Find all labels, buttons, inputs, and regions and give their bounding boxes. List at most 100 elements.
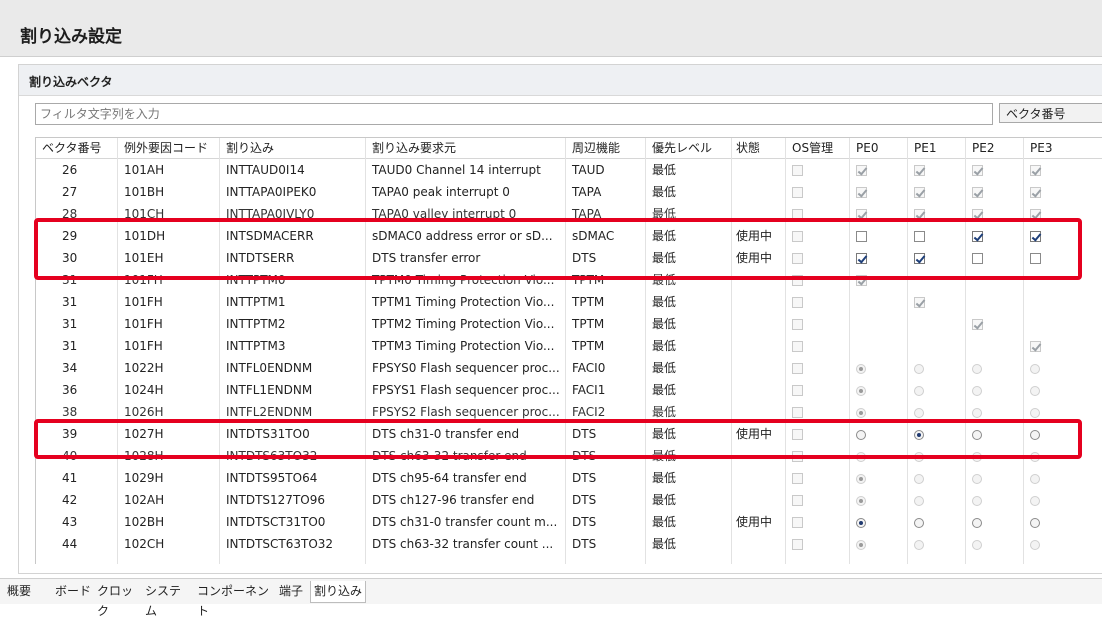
pe2-radio[interactable] bbox=[972, 363, 982, 374]
pe1-checkbox[interactable] bbox=[914, 165, 925, 176]
cell-state bbox=[732, 181, 786, 203]
os-management-checkbox[interactable] bbox=[792, 363, 803, 374]
column-header[interactable]: PE0 bbox=[850, 138, 908, 158]
pe3-radio[interactable] bbox=[1030, 539, 1040, 550]
tab-0[interactable]: 概要 bbox=[4, 581, 52, 603]
os-management-checkbox[interactable] bbox=[792, 495, 803, 506]
column-divider[interactable] bbox=[849, 138, 850, 564]
table-row[interactable]: 31 101FH INTTPTM3 TPTM3 Timing Protection V… bbox=[36, 335, 1102, 357]
cell-pe0 bbox=[850, 181, 908, 203]
os-management-checkbox[interactable] bbox=[792, 539, 803, 550]
table-row[interactable]: 43 102BH INTDTSCT31TO0 DTS ch31-0 transfer … bbox=[36, 511, 1102, 533]
column-header[interactable]: 割り込み要求元 bbox=[366, 138, 566, 158]
os-management-checkbox[interactable] bbox=[792, 341, 803, 352]
tab-3[interactable]: システム bbox=[142, 581, 194, 618]
column-header[interactable]: ベクタ番号 bbox=[36, 138, 118, 158]
table-row[interactable]: 34 1022H INTFL0ENDNM FPSYS0 Flash sequencer… bbox=[36, 357, 1102, 379]
pe3-radio[interactable] bbox=[1030, 407, 1040, 418]
column-header[interactable]: PE2 bbox=[966, 138, 1024, 158]
pe1-radio[interactable] bbox=[914, 363, 924, 374]
pe3-checkbox[interactable] bbox=[1030, 165, 1041, 176]
tab-5[interactable]: 端子 bbox=[276, 581, 310, 603]
pe2-radio[interactable] bbox=[972, 385, 982, 396]
pe0-radio[interactable] bbox=[856, 363, 866, 374]
column-header[interactable]: OS管理 bbox=[786, 138, 850, 158]
column-divider[interactable] bbox=[1023, 138, 1024, 564]
column-header[interactable]: 例外要因コード bbox=[118, 138, 220, 158]
os-management-checkbox[interactable] bbox=[792, 297, 803, 308]
pe3-checkbox[interactable] bbox=[1030, 187, 1041, 198]
sort-column-select[interactable]: ベクタ番号 bbox=[999, 103, 1102, 123]
filter-field[interactable] bbox=[35, 103, 993, 125]
pe1-radio[interactable] bbox=[914, 385, 924, 396]
column-divider[interactable] bbox=[565, 138, 566, 564]
column-divider[interactable] bbox=[645, 138, 646, 564]
pe0-checkbox[interactable] bbox=[856, 187, 867, 198]
column-divider[interactable] bbox=[731, 138, 732, 564]
table-row[interactable]: 27 101BH INTTAPA0IPEK0 TAPA0 peak interrupt… bbox=[36, 181, 1102, 203]
column-divider[interactable] bbox=[785, 138, 786, 564]
pe2-radio[interactable] bbox=[972, 539, 982, 550]
pe0-radio[interactable] bbox=[856, 385, 866, 396]
section-header[interactable]: 割り込みベクタ bbox=[19, 65, 1102, 96]
pe0-radio[interactable] bbox=[856, 407, 866, 418]
os-management-checkbox[interactable] bbox=[792, 473, 803, 484]
os-management-checkbox[interactable] bbox=[792, 385, 803, 396]
column-divider[interactable] bbox=[907, 138, 908, 564]
pe1-radio[interactable] bbox=[914, 517, 924, 528]
pe1-checkbox[interactable] bbox=[914, 297, 925, 308]
column-divider[interactable] bbox=[365, 138, 366, 564]
column-header[interactable]: 割り込み bbox=[220, 138, 366, 158]
table-row[interactable]: 26 101AH INTTAUD0I14 TAUD0 Channel 14 inter… bbox=[36, 159, 1102, 181]
pe3-checkbox[interactable] bbox=[1030, 341, 1041, 352]
column-header[interactable]: PE1 bbox=[908, 138, 966, 158]
tab-4[interactable]: コンポーネント bbox=[194, 581, 276, 618]
column-divider[interactable] bbox=[965, 138, 966, 564]
pe2-checkbox[interactable] bbox=[972, 319, 983, 330]
table-row[interactable]: 41 1029H INTDTS95TO64 DTS ch95-64 transfer … bbox=[36, 467, 1102, 489]
pe3-radio[interactable] bbox=[1030, 495, 1040, 506]
table-row[interactable]: 31 101FH INTTPTM1 TPTM1 Timing Protection V… bbox=[36, 291, 1102, 313]
pe0-radio[interactable] bbox=[856, 539, 866, 550]
pe2-checkbox[interactable] bbox=[972, 165, 983, 176]
os-management-checkbox[interactable] bbox=[792, 165, 803, 176]
os-management-checkbox[interactable] bbox=[792, 407, 803, 418]
pe2-radio[interactable] bbox=[972, 517, 982, 528]
os-management-checkbox[interactable] bbox=[792, 187, 803, 198]
pe1-radio[interactable] bbox=[914, 473, 924, 484]
table-row[interactable]: 36 1024H INTFL1ENDNM FPSYS1 Flash sequencer… bbox=[36, 379, 1102, 401]
cell-vec: 44 bbox=[62, 537, 78, 551]
pe3-radio[interactable] bbox=[1030, 385, 1040, 396]
pe0-radio[interactable] bbox=[856, 517, 866, 528]
pe0-radio[interactable] bbox=[856, 495, 866, 506]
pe2-radio[interactable] bbox=[972, 407, 982, 418]
pe3-radio[interactable] bbox=[1030, 517, 1040, 528]
tab-6[interactable]: 割り込み bbox=[310, 581, 366, 603]
column-header[interactable]: 周辺機能 bbox=[566, 138, 646, 158]
pe0-radio[interactable] bbox=[856, 473, 866, 484]
table-row[interactable]: 42 102AH INTDTS127TO96 DTS ch127-96 transfe… bbox=[36, 489, 1102, 511]
cell-src: DTS ch95-64 transfer end bbox=[372, 471, 527, 485]
os-management-checkbox[interactable] bbox=[792, 319, 803, 330]
pe2-checkbox[interactable] bbox=[972, 187, 983, 198]
pe1-radio[interactable] bbox=[914, 495, 924, 506]
column-divider[interactable] bbox=[219, 138, 220, 564]
column-header[interactable]: PE3 bbox=[1024, 138, 1102, 158]
pe2-radio[interactable] bbox=[972, 495, 982, 506]
filter-input[interactable] bbox=[36, 104, 992, 124]
column-header[interactable]: 優先レベル bbox=[646, 138, 732, 158]
column-divider[interactable] bbox=[117, 138, 118, 564]
pe3-radio[interactable] bbox=[1030, 473, 1040, 484]
pe3-radio[interactable] bbox=[1030, 363, 1040, 374]
pe1-radio[interactable] bbox=[914, 539, 924, 550]
os-management-checkbox[interactable] bbox=[792, 517, 803, 528]
table-row[interactable]: 31 101FH INTTPTM2 TPTM2 Timing Protection V… bbox=[36, 313, 1102, 335]
pe1-radio[interactable] bbox=[914, 407, 924, 418]
tab-2[interactable]: クロック bbox=[94, 581, 142, 618]
tab-1[interactable]: ボード bbox=[52, 581, 94, 603]
pe0-checkbox[interactable] bbox=[856, 165, 867, 176]
pe2-radio[interactable] bbox=[972, 473, 982, 484]
column-header[interactable]: 状態 bbox=[732, 138, 786, 158]
table-row[interactable]: 44 102CH INTDTSCT63TO32 DTS ch63-32 transfe… bbox=[36, 533, 1102, 555]
pe1-checkbox[interactable] bbox=[914, 187, 925, 198]
